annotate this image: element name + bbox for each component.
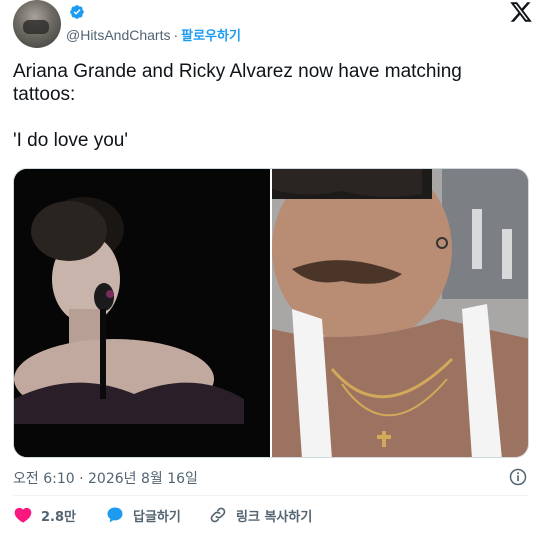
copy-link-label: 링크 복사하기 [236,509,313,525]
tweet-quote: 'I do love you' [13,130,128,151]
reply-label: 답글하기 [133,509,181,525]
heart-icon [14,507,32,523]
info-icon[interactable] [508,467,528,487]
user-handle[interactable]: @HitsAndCharts [66,27,170,43]
like-button[interactable]: 2.8만 [13,505,76,525]
tweet-timestamp[interactable]: 오전 6:10 · 2026년 8월 16일 [13,468,198,488]
like-count: 2.8만 [41,509,76,525]
avatar[interactable] [13,0,61,48]
tweet-line: Ariana Grande and Ricky Alvarez now have… [13,61,462,105]
reply-bubble-icon [107,507,123,523]
action-bar: 2.8만 답글하기 링크 복사하기 [13,505,533,529]
reply-button[interactable]: 답글하기 [105,505,181,525]
link-icon [210,507,226,523]
separator-dot: · [173,27,179,43]
x-logo-icon[interactable] [509,0,533,24]
verified-icon [70,5,84,19]
handle-row: @HitsAndCharts · 팔로우하기 [66,26,241,46]
tweet-text: Ariana Grande and Ricky Alvarez now have… [13,60,523,152]
photo-right[interactable] [272,169,528,457]
follow-button[interactable]: 팔로우하기 [181,29,241,44]
photo-left[interactable] [14,169,270,457]
copy-link-button[interactable]: 링크 복사하기 [208,505,312,525]
media-grid [13,168,529,458]
divider [13,495,529,496]
tweet-header: @HitsAndCharts · 팔로우하기 [13,0,533,50]
